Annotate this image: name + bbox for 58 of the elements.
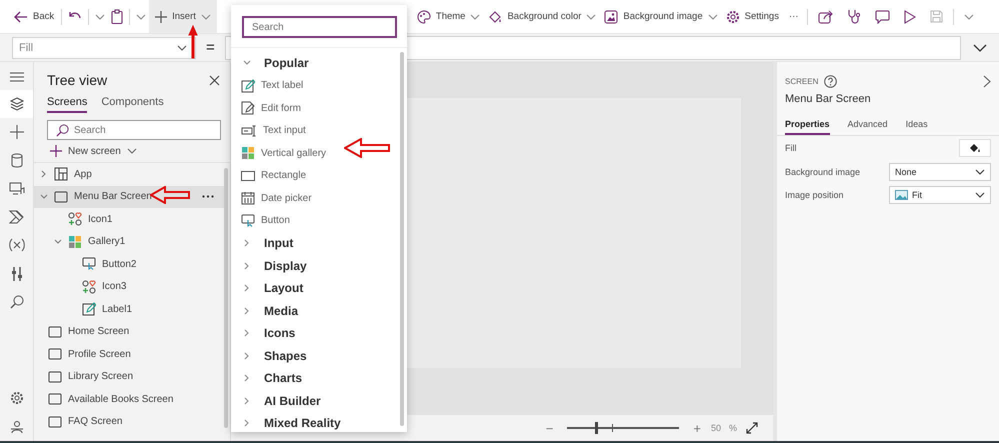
dropdown[interactable]: Fit (889, 186, 991, 204)
tree-item[interactable]: Menu Bar Screen (34, 186, 224, 208)
back-button[interactable]: Back (10, 0, 58, 33)
new-screen-button[interactable]: New screen (34, 140, 152, 162)
menu-item[interactable]: Edit form (231, 97, 400, 120)
tree-item[interactable]: Home Screen (34, 320, 224, 343)
equals-sign: = (206, 39, 215, 56)
menu-item[interactable]: Rectangle (231, 164, 400, 187)
category-header[interactable]: Input (231, 232, 400, 254)
screen-name: Menu Bar Screen (785, 93, 872, 105)
tree-item[interactable]: Icon1 (34, 208, 224, 230)
property-label: Background image (785, 166, 860, 177)
tab[interactable]: Advanced (848, 115, 888, 135)
category-header[interactable]: AI Builder (231, 390, 400, 412)
dropdown[interactable]: None (889, 162, 991, 181)
zoom-in-button[interactable]: + (691, 420, 703, 436)
search-field[interactable]: Search (47, 120, 221, 140)
zoom-value: 50 (710, 423, 721, 433)
tree-item[interactable]: FAQ Screen (34, 410, 224, 433)
category-header[interactable]: Mixed Reality (231, 412, 400, 434)
control-type-label: SCREEN (785, 77, 818, 86)
tree-item[interactable]: Icon3 (34, 276, 224, 298)
toolbar-button[interactable]: Background image (600, 0, 722, 33)
menu-item[interactable]: Text label (231, 74, 400, 97)
menu-item[interactable]: Date picker (231, 187, 400, 210)
tab[interactable]: Properties (785, 115, 830, 135)
tree-item[interactable]: Available Books Screen (34, 388, 224, 410)
property-label: Fill (785, 143, 796, 154)
tree-item[interactable]: Profile Screen (34, 343, 224, 366)
search-field[interactable]: Search (242, 16, 397, 38)
toolbar-button[interactable]: Theme (412, 0, 484, 33)
zoom-unit: % (728, 423, 737, 433)
property-label: Image position (785, 190, 844, 200)
toolbar-button[interactable]: Settings (722, 0, 783, 33)
zoom-out-button[interactable]: − (544, 420, 556, 436)
insert-button[interactable]: Insert (149, 0, 217, 33)
tab[interactable]: Components (101, 96, 164, 113)
property-dropdown[interactable]: Fill (12, 36, 196, 58)
category-header[interactable]: Display (231, 254, 400, 277)
category-header[interactable]: Shapes (231, 344, 400, 367)
category-header[interactable]: Media (231, 300, 400, 322)
category-header[interactable]: Popular (231, 52, 400, 74)
category-header[interactable]: Icons (231, 322, 400, 344)
menu-item[interactable]: Vertical gallery (231, 142, 400, 164)
tree-item[interactable]: App (34, 163, 224, 186)
panel-title: Tree view (47, 72, 108, 88)
tab[interactable]: Ideas (906, 115, 928, 135)
tree-item[interactable]: Button2 (34, 253, 224, 276)
menu-item[interactable]: Text input (231, 120, 400, 142)
tree-item[interactable]: Gallery1 (34, 230, 224, 253)
more-button[interactable]: ··· (782, 0, 804, 33)
tree-item[interactable]: Library Screen (34, 366, 224, 388)
menu-item[interactable]: Button (231, 210, 400, 232)
category-header[interactable]: Charts (231, 367, 400, 390)
tree-item[interactable]: Label1 (34, 298, 224, 320)
tab[interactable]: Screens (47, 96, 88, 113)
toolbar-button[interactable]: Background color (484, 0, 600, 33)
category-header[interactable]: Layout (231, 277, 400, 300)
